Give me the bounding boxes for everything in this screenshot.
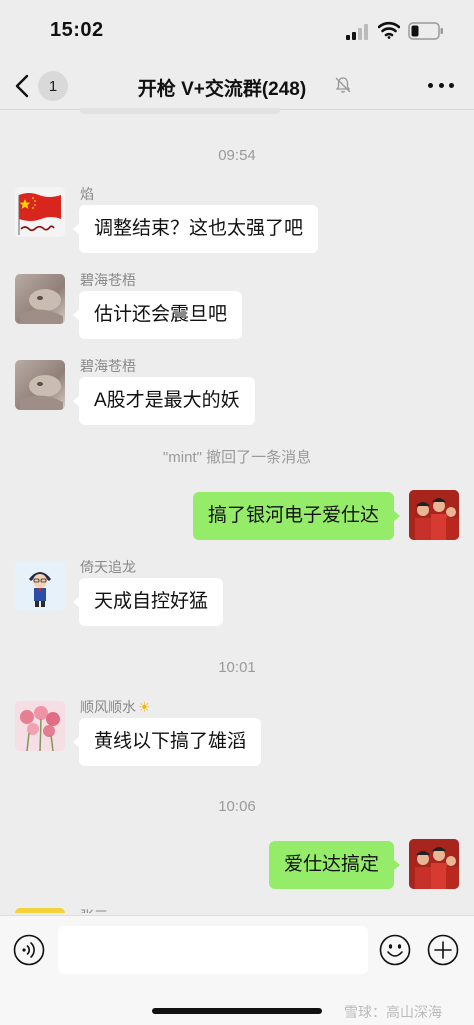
status-bar: 15:02 [0,0,474,62]
timestamp-separator: 10:06 [218,798,256,815]
sender-name: 碧海苍梧 [80,272,136,288]
sender-name: 碧海苍梧 [80,358,136,374]
cellular-signal-icon [346,24,368,40]
more-options-button[interactable] [428,80,454,90]
message-bubble[interactable]: 天成自控好猛 [72,578,224,626]
battery-icon [408,22,443,40]
sender-name: 倚天追龙 [80,559,136,575]
pet-photo-avatar[interactable] [15,360,65,410]
voice-input-icon[interactable] [13,934,45,966]
plus-icon[interactable] [427,934,459,966]
recall-notice: "mint" 撤回了一条消息 [162,449,312,466]
message-bubble[interactable]: 黄线以下搞了雄滔 [72,718,262,766]
wifi-icon [378,21,400,39]
pet-photo-avatar[interactable] [15,274,65,324]
mute-bell-icon [335,77,351,93]
chevron-left-icon [15,74,29,98]
partial-avatar[interactable] [15,908,65,913]
pink-flowers-avatar[interactable] [15,701,65,751]
message-bubble[interactable]: 搞了银河电子爱仕达 [192,492,401,540]
group-photo-avatar[interactable] [409,839,459,889]
input-bar: 雪球：高山深海 [0,915,474,1025]
message-bubble[interactable]: 估计还会震旦吧 [72,291,243,339]
timestamp-separator: 09:54 [218,147,256,164]
emoji-icon[interactable] [379,934,411,966]
group-photo-avatar[interactable] [409,490,459,540]
message-input[interactable] [58,926,368,974]
chat-header: 1 开枪 V+交流群(248) [0,62,474,110]
back-button[interactable]: 1 [14,68,74,104]
home-indicator [152,1008,322,1014]
timestamp-separator: 10:01 [218,659,256,676]
unread-count-badge: 1 [38,71,68,101]
sender-name-text: 顺风顺水 [80,699,136,715]
sender-name: 焰 [80,186,94,202]
message-bubble[interactable]: 爱仕达搞定 [268,841,401,889]
sun-emoji-icon: ☀ [138,699,151,715]
sender-name: 顺风顺水 ☀ [80,697,151,717]
chat-message-list[interactable]: 09:54 焰 调整结束？这也太强了吧 碧海苍梧 估计还会震旦吧 碧海苍梧 A股… [0,111,474,913]
chat-title: 开枪 V+交流群(248) [137,79,307,100]
message-bubble[interactable]: 调整结束？这也太强了吧 [72,205,319,253]
sender-name: 张三 [80,906,108,913]
watermark: 雪球：高山深海 [344,1004,442,1020]
message-bubble[interactable]: A股才是最大的妖 [73,377,255,425]
status-time: 15:02 [50,19,104,41]
cartoon-detective-avatar[interactable] [15,561,65,611]
china-flag-avatar[interactable] [15,187,65,237]
